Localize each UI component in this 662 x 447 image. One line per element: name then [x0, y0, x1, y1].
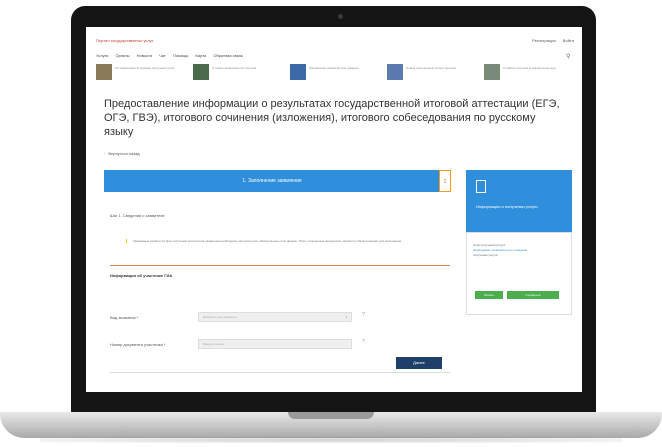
news-text: О работе портала в праздничные дни — [503, 66, 556, 70]
news-text: Обновление сервисов для граждан — [309, 66, 359, 70]
info-alert: Уважаемые заявители! Для получения резул… — [126, 239, 455, 243]
news-strip: Об изменениях в порядке получения услуг … — [96, 64, 572, 82]
sidebar-header: Информация о получении услуги — [466, 170, 572, 232]
site-link[interactable]: Портал государственных услуг — [96, 38, 153, 43]
news-item[interactable]: О работе портала в праздничные дни — [484, 64, 574, 82]
account-links: Регистрация Войти — [526, 38, 574, 43]
laptop-shadow — [40, 437, 622, 443]
section-divider — [110, 265, 450, 266]
input-placeholder: Введите номер — [203, 342, 225, 346]
select-value: Выберите вид экзамена — [203, 315, 237, 319]
back-link[interactable]: ‹ Вернуться назад — [104, 151, 140, 156]
camera-dot — [338, 14, 343, 19]
top-bar: Портал государственных услуг Регистрация… — [96, 37, 574, 47]
nav-item[interactable]: Услуги — [96, 53, 108, 58]
help-icon[interactable]: ? — [362, 339, 365, 345]
section-title: Информация об участнике ГИА — [110, 273, 173, 278]
field-label: Вид экзамена * — [110, 315, 139, 320]
chevron-down-icon: ▾ — [345, 315, 347, 319]
back-arrow-icon: ‹ — [104, 151, 106, 156]
news-text: О новых возможностях портала — [212, 66, 257, 70]
document-icon — [476, 180, 486, 193]
laptop-notch — [288, 412, 374, 419]
nav-item[interactable]: Карта — [196, 53, 207, 58]
nav-item[interactable]: Чат — [159, 53, 166, 58]
field-label: Номер документа участника * — [110, 342, 166, 347]
nav-item[interactable]: Обратная связь — [213, 53, 242, 58]
nav-item[interactable]: Органы — [115, 53, 129, 58]
help-icon[interactable]: ? — [362, 312, 365, 318]
login-link[interactable]: Регистрация — [532, 38, 555, 43]
info-sidebar: Информация о получении услуги Срок получ… — [466, 170, 572, 315]
nav-item[interactable]: Помощь — [173, 53, 188, 58]
form-bottom-line — [110, 372, 450, 373]
nav-item[interactable]: Новости — [137, 53, 152, 58]
news-thumbnail — [96, 64, 112, 80]
stepper-next-step[interactable]: 2 — [439, 170, 451, 192]
sidebar-text: Срок получения услуги: Необходимо ознако… — [473, 243, 565, 258]
news-thumbnail — [290, 64, 306, 80]
next-button[interactable]: Далее — [396, 357, 442, 369]
news-text: Об изменениях в порядке получения услуг — [115, 66, 175, 70]
application-form: Шаг 1. Сведения о заявителе Уважаемые за… — [104, 199, 458, 389]
news-text: Новые электронные услуги региона — [406, 66, 456, 70]
stepper-current-step: 1. Заполнение заявления — [104, 170, 440, 192]
news-thumbnail — [387, 64, 403, 80]
news-item[interactable]: О новых возможностях портала — [193, 64, 283, 82]
register-link[interactable]: Войти — [563, 38, 574, 43]
search-icon[interactable]: ⚲ — [566, 53, 570, 60]
laptop-screen: Портал государственных услуг Регистрация… — [86, 27, 582, 392]
sidebar-line: получения услуги — [473, 253, 498, 257]
news-item[interactable]: Новые электронные услуги региона — [387, 64, 477, 82]
back-label: Вернуться назад — [108, 151, 140, 156]
step-label: Шаг 1. Сведения о заявителе — [110, 213, 165, 218]
page-title: Предоставление информации о результатах … — [104, 98, 560, 138]
news-item[interactable]: Обновление сервисов для граждан — [290, 64, 380, 82]
sidebar-body: Срок получения услуги: Необходимо ознако… — [466, 232, 572, 315]
sidebar-title: Информация о получении услуги — [476, 204, 538, 209]
print-button[interactable]: Печать — [475, 291, 503, 299]
document-number-input[interactable]: Введите номер — [198, 339, 352, 349]
news-item[interactable]: Об изменениях в порядке получения услуг — [96, 64, 186, 82]
news-thumbnail — [484, 64, 500, 80]
save-button[interactable]: Сохранить — [507, 291, 559, 299]
news-thumbnail — [193, 64, 209, 80]
main-nav: Услуги Органы Новости Чат Помощь Карта О… — [96, 53, 249, 58]
exam-type-select[interactable]: Выберите вид экзамена ▾ — [198, 312, 352, 322]
